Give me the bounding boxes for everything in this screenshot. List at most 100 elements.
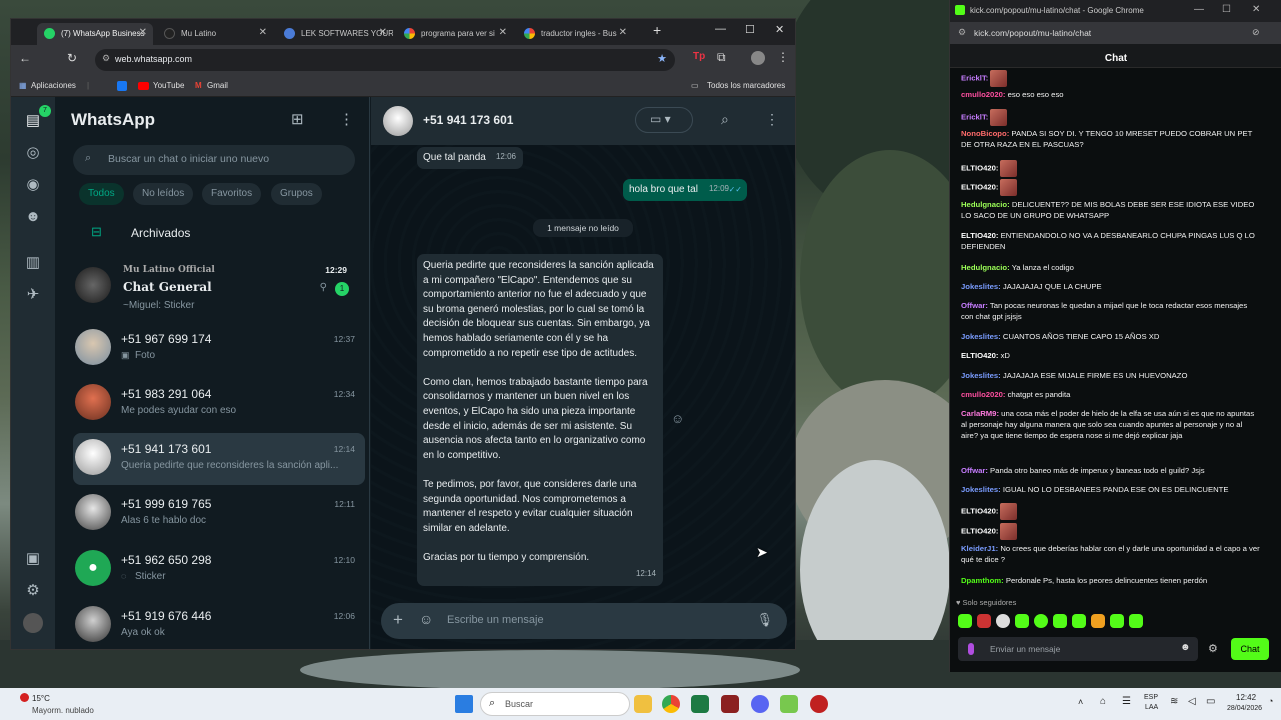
tab-traductor[interactable]: traductor ingles - Bus ✕ (517, 23, 633, 45)
tray-chevron-icon[interactable]: ˄ (1078, 697, 1083, 707)
incoming-message[interactable]: Queria pedirte que reconsideres la sanci… (417, 254, 663, 586)
close-tab-icon[interactable]: ✕ (379, 27, 387, 38)
start-windows-icon[interactable] (455, 695, 473, 713)
extension-icon[interactable]: Tp (693, 51, 705, 62)
close-window-icon[interactable]: ✕ (775, 23, 784, 36)
emote-icon[interactable] (977, 614, 991, 628)
chat-username[interactable]: ELTIO420: (961, 231, 998, 240)
chat-username[interactable]: Jokeslites: (961, 282, 1001, 291)
ads-icon[interactable]: ✈ (23, 285, 43, 305)
close-tab-icon[interactable]: ✕ (259, 27, 267, 38)
bookmark-gmail[interactable]: Gmail (207, 81, 228, 90)
battery-icon[interactable]: ▭ (1206, 696, 1215, 707)
tab-whatsapp[interactable]: (7) WhatsApp Business ✕ (37, 23, 153, 45)
video-call-button[interactable]: ▭ ▾ (635, 107, 693, 133)
profile-avatar[interactable] (23, 613, 43, 633)
maximize-icon[interactable]: ☐ (1222, 4, 1231, 15)
search-input[interactable]: ⌕ Buscar un chat o iniciar uno nuevo (73, 145, 355, 175)
facebook-icon[interactable] (117, 81, 127, 91)
chat-username[interactable]: Jokeslites: (961, 332, 1001, 341)
emote-icon[interactable] (958, 614, 972, 628)
chat-username[interactable]: Hedulgnacio: (961, 263, 1010, 272)
filter-favoritos[interactable]: Favoritos (202, 183, 262, 205)
search-icon[interactable]: ⌕ (721, 111, 729, 128)
sticker-emoji-icon[interactable]: ☺ (419, 611, 433, 627)
excel-icon[interactable] (691, 695, 709, 713)
emote-icon[interactable] (1034, 614, 1048, 628)
emote-icon[interactable] (1129, 614, 1143, 628)
emote-icon[interactable] (1110, 614, 1124, 628)
all-bookmarks[interactable]: Todos los marcadores (707, 81, 785, 90)
taskbar-search[interactable]: ⌕ Buscar (480, 692, 630, 716)
chat-username[interactable]: Offwar: (961, 301, 988, 310)
chat-username[interactable]: Dpamthom: (961, 576, 1004, 585)
chat-settings-icon[interactable]: ⚙ (1208, 642, 1218, 655)
chat-username[interactable]: ELTIO420: (961, 527, 998, 536)
emote-icon[interactable] (1072, 614, 1086, 628)
eye-off-icon[interactable]: ⊘ (1252, 27, 1260, 38)
emote-icon[interactable] (1053, 614, 1067, 628)
new-chat-icon[interactable]: ⊞ (291, 110, 304, 128)
chat-username[interactable]: ELTIO420: (961, 183, 998, 192)
url-field[interactable]: ⚙ web.whatsapp.com ★ (95, 49, 675, 71)
maximize-icon[interactable]: ☐ (745, 23, 755, 36)
emote-icon[interactable] (1091, 614, 1105, 628)
send-chat-button[interactable]: Chat (1231, 638, 1269, 660)
new-tab-icon[interactable]: + (653, 22, 661, 38)
minimize-icon[interactable]: — (1194, 4, 1204, 15)
close-tab-icon[interactable]: ✕ (139, 27, 147, 38)
attach-plus-icon[interactable]: + (393, 610, 403, 630)
outgoing-message[interactable]: hola bro que tal 12:09 ✓✓ (623, 179, 747, 201)
tab-mu-latino[interactable]: Mu Latino ✕ (157, 23, 273, 45)
chat-username[interactable]: ELTIO420: (961, 351, 998, 360)
list-item[interactable]: +51 967 699 174 Foto ▣ 12:37 (73, 323, 365, 375)
chat-username[interactable]: KleiderJ1: (961, 544, 998, 553)
list-item[interactable]: Mu Latino Official Chat General ~Miguel:… (63, 257, 355, 319)
chrome-icon[interactable] (662, 695, 680, 713)
extensions-puzzle-icon[interactable]: ⧉ (717, 50, 726, 65)
settings-gear-icon[interactable]: ⚙ (23, 581, 43, 601)
file-explorer-icon[interactable] (634, 695, 652, 713)
tab-programa[interactable]: programa para ver si ✕ (397, 23, 513, 45)
close-tab-icon[interactable]: ✕ (619, 27, 627, 38)
catalog-icon[interactable]: ▥ (23, 253, 43, 273)
network-icon[interactable]: ⌂ (1100, 696, 1106, 707)
close-tab-icon[interactable]: ✕ (499, 27, 507, 38)
chat-username[interactable]: ELTIO420: (961, 507, 998, 516)
list-item[interactable]: +51 999 619 765 Alas 6 te hablo doc 12:1… (73, 488, 365, 540)
filter-grupos[interactable]: Grupos (271, 183, 322, 205)
minimize-icon[interactable]: — (715, 23, 726, 35)
list-item[interactable]: +51 919 676 446 Aya ok ok 12:06 (73, 600, 365, 649)
chat-username[interactable]: Hedulgnacio: (961, 200, 1010, 209)
chat-input[interactable]: Enviar un mensaje ☻ (958, 637, 1198, 661)
chat-username[interactable]: Jokeslites: (961, 485, 1001, 494)
chat-username[interactable]: EricklT: (961, 74, 988, 83)
site-info-icon[interactable]: ⚙ (958, 27, 966, 38)
channels-icon[interactable]: ◉ (23, 175, 43, 195)
contact-avatar[interactable] (383, 106, 413, 136)
contact-name[interactable]: +51 941 173 601 (423, 113, 513, 127)
emote-icon[interactable] (996, 614, 1010, 628)
wifi-icon[interactable]: ≋ (1170, 696, 1178, 707)
chat-username[interactable]: cmullo2020: (961, 90, 1005, 99)
reload-icon[interactable]: ↻ (67, 51, 77, 65)
bookmark-youtube[interactable]: YouTube (153, 81, 184, 90)
bookmark-star-icon[interactable]: ★ (657, 52, 667, 65)
list-item-selected[interactable]: +51 941 173 601 Queria pedirte que recon… (73, 433, 365, 485)
media-icon[interactable]: ▣ (23, 549, 43, 569)
emote-icon[interactable] (1015, 614, 1029, 628)
url-text[interactable]: kick.com/popout/mu-latino/chat (974, 28, 1091, 38)
chat-username[interactable]: ELTIO420: (961, 164, 998, 173)
close-window-icon[interactable]: ✕ (1252, 4, 1260, 15)
communities-icon[interactable]: ☻ (23, 207, 43, 227)
message-input[interactable]: Escribe un mensaje (447, 614, 544, 626)
menu-icon[interactable]: ⋮ (765, 111, 779, 128)
emoji-icon[interactable]: ☻ (1180, 642, 1191, 653)
list-item[interactable]: +51 983 291 064 Me podes ayudar con eso … (73, 378, 365, 430)
back-icon[interactable]: ← (19, 51, 31, 65)
tray-app-icon[interactable]: ☰ (1122, 696, 1131, 707)
chat-username[interactable]: Jokeslites: (961, 371, 1001, 380)
chrome-menu-icon[interactable]: ⋮ (777, 50, 789, 64)
game-launcher-icon[interactable] (721, 695, 739, 713)
app-icon[interactable] (810, 695, 828, 713)
